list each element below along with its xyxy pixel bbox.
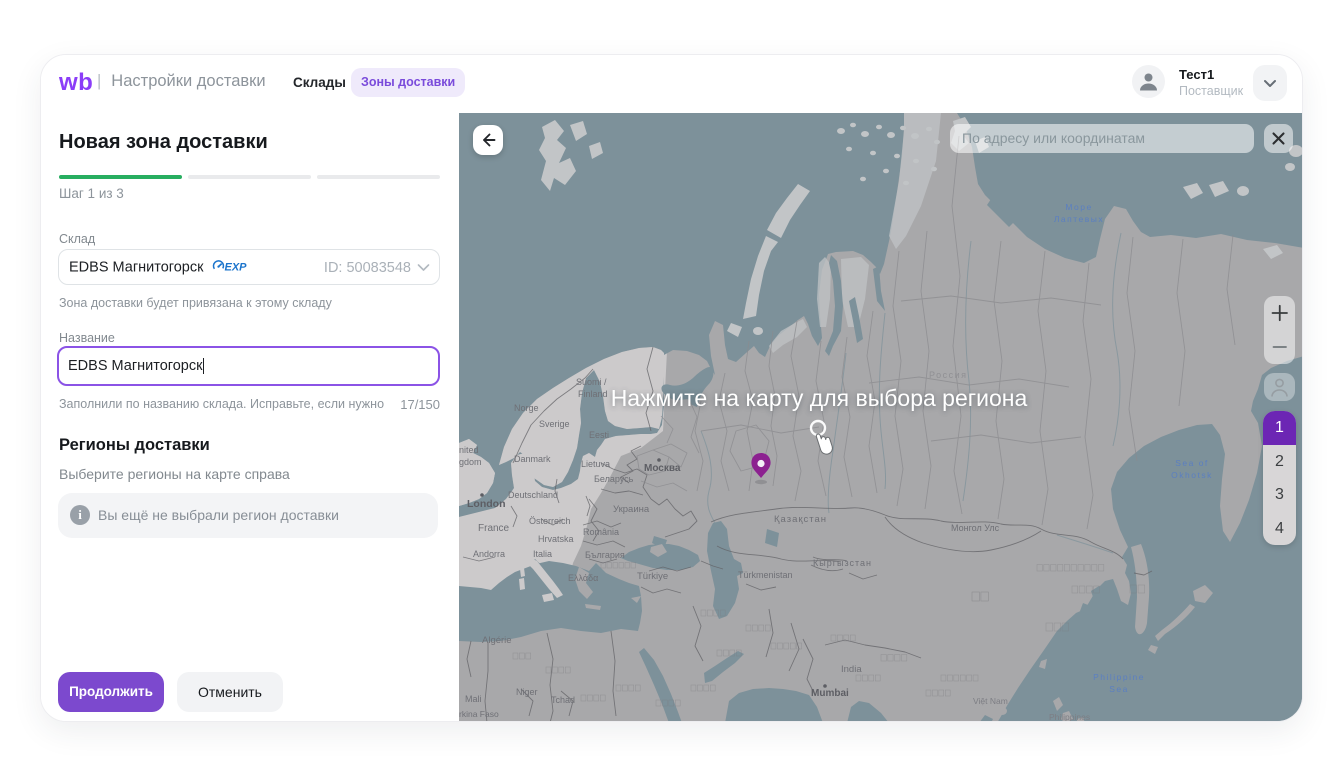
svg-text:Mali: Mali [465,694,482,704]
svg-text:Philippine: Philippine [1093,672,1145,682]
svg-text:Монгол Улс: Монгол Улс [951,523,1000,533]
svg-text:India: India [841,664,862,675]
svg-text:Sea: Sea [1109,684,1129,694]
svg-text:Mumbai: Mumbai [811,688,849,699]
svg-text:nited: nited [459,445,479,455]
svg-text:Sverige: Sverige [539,419,570,429]
svg-text:Москва: Москва [644,463,681,474]
svg-text:France: France [478,523,510,534]
svg-text:Türkmenistan: Türkmenistan [738,570,793,580]
svg-text:Türkiye: Türkiye [637,571,668,582]
svg-text:Niger: Niger [516,687,538,697]
svg-text:Việt Nam: Việt Nam [973,696,1008,706]
svg-text:gdom: gdom [459,457,482,467]
svg-text:Okhotsk: Okhotsk [1171,470,1213,480]
svg-text:Italia: Italia [533,549,552,559]
svg-text:България: България [585,550,625,560]
svg-text:Кыргызстан: Кыргызстан [813,558,872,568]
svg-text:Deutschland: Deutschland [508,490,558,500]
svg-text:Россия: Россия [929,370,968,380]
svg-text:Ελλάδα: Ελλάδα [568,573,598,583]
svg-text:Sea of: Sea of [1175,458,1209,468]
svg-text:Лаптевых: Лаптевых [1054,214,1104,224]
svg-text:Andorra: Andorra [473,549,505,559]
svg-text:România: România [583,527,619,537]
svg-text:London: London [467,498,505,510]
svg-text:Danmark: Danmark [514,454,551,464]
svg-text:Беларусь: Беларусь [594,474,634,484]
svg-text:Украина: Украина [613,504,650,515]
svg-text:Море: Море [1065,202,1092,212]
svg-text:rkina Faso: rkina Faso [459,709,499,719]
svg-text:Tchad: Tchad [551,695,575,705]
svg-text:Philippines: Philippines [1049,712,1090,722]
svg-text:Lietuva: Lietuva [581,459,610,469]
svg-text:Algérie: Algérie [482,635,512,646]
svg-text:EXP: EXP [224,261,247,273]
svg-text:Österreich: Österreich [529,516,571,526]
svg-text:Eesti: Eesti [589,430,609,440]
svg-text:Hrvatska: Hrvatska [538,534,574,544]
svg-text:Қазақстан: Қазақстан [774,514,827,525]
